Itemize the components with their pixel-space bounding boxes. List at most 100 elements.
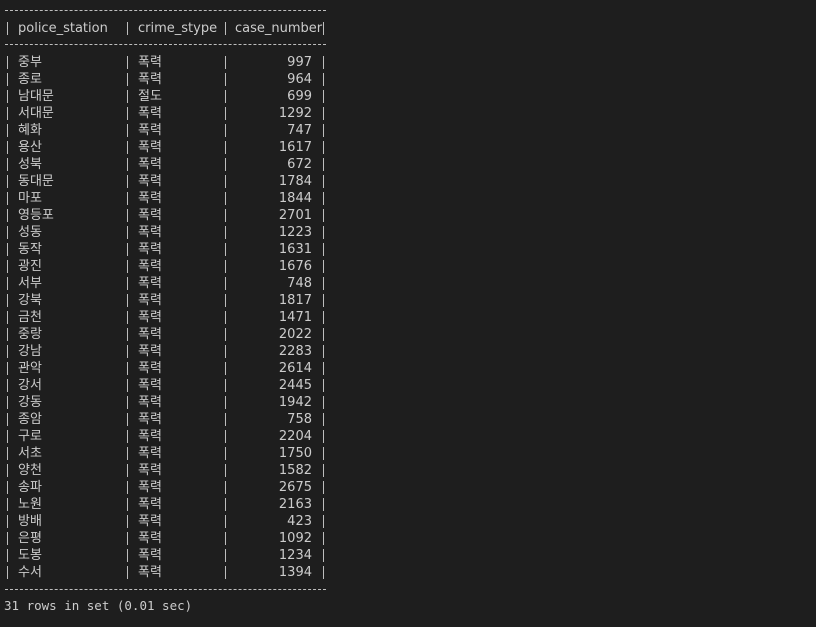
cell-case-number: 1942 xyxy=(278,395,312,410)
cell-crime-stype: 폭력 xyxy=(138,514,162,529)
table-divider xyxy=(323,566,324,579)
cell-case-number: 699 xyxy=(287,89,312,104)
table-divider xyxy=(127,481,128,494)
table-divider xyxy=(323,481,324,494)
table-divider xyxy=(225,158,226,171)
table-row: 노원 폭력 2163 xyxy=(0,496,816,513)
table-row: 금천 폭력 1471 xyxy=(0,309,816,326)
table-divider xyxy=(127,243,128,256)
table-divider xyxy=(225,464,226,477)
cell-police-station: 은평 xyxy=(18,531,42,546)
table-row: 강동 폭력 1942 xyxy=(0,394,816,411)
cell-case-number: 2204 xyxy=(278,429,312,444)
table-divider xyxy=(7,549,8,562)
table-divider xyxy=(7,498,8,511)
table-divider xyxy=(127,209,128,222)
cell-police-station: 강북 xyxy=(18,293,42,308)
table-divider xyxy=(127,328,128,341)
table-divider xyxy=(225,362,226,375)
table-divider xyxy=(225,566,226,579)
cell-case-number: 2445 xyxy=(278,378,312,393)
cell-crime-stype: 폭력 xyxy=(138,463,162,478)
table-divider xyxy=(127,22,128,35)
cell-crime-stype: 폭력 xyxy=(138,55,162,70)
column-header-crime-stype: crime_stype xyxy=(138,21,218,36)
table-row: 강남 폭력 2283 xyxy=(0,343,816,360)
cell-police-station: 광진 xyxy=(18,259,42,274)
table-row: 수서 폭력 1394 xyxy=(0,564,816,581)
cell-police-station: 영등포 xyxy=(18,208,54,223)
cell-case-number: 1750 xyxy=(278,446,312,461)
table-divider xyxy=(225,243,226,256)
table-row: 서부 폭력 748 xyxy=(0,275,816,292)
table-divider xyxy=(225,532,226,545)
table-row: 구로 폭력 2204 xyxy=(0,428,816,445)
table-divider xyxy=(323,124,324,137)
table-divider xyxy=(7,294,8,307)
cell-crime-stype: 폭력 xyxy=(138,378,162,393)
cell-police-station: 종로 xyxy=(18,72,42,87)
table-row: 혜화 폭력 747 xyxy=(0,122,816,139)
cell-case-number: 1631 xyxy=(278,242,312,257)
table-divider xyxy=(127,124,128,137)
table-row: 중랑 폭력 2022 xyxy=(0,326,816,343)
cell-crime-stype: 폭력 xyxy=(138,174,162,189)
cell-case-number: 2701 xyxy=(278,208,312,223)
table-row: 관악 폭력 2614 xyxy=(0,360,816,377)
table-divider xyxy=(225,107,226,120)
table-row: 종로 폭력 964 xyxy=(0,71,816,88)
table-divider xyxy=(7,464,8,477)
query-result-summary: 31 rows in set (0.01 sec) xyxy=(4,598,193,613)
table-divider xyxy=(323,56,324,69)
table-divider xyxy=(127,464,128,477)
table-divider xyxy=(225,328,226,341)
table-divider xyxy=(225,277,226,290)
cell-case-number: 748 xyxy=(287,276,312,291)
table-divider xyxy=(7,515,8,528)
table-divider xyxy=(7,566,8,579)
cell-police-station: 중부 xyxy=(18,55,42,70)
cell-case-number: 1471 xyxy=(278,310,312,325)
cell-crime-stype: 폭력 xyxy=(138,310,162,325)
table-row: 성동 폭력 1223 xyxy=(0,224,816,241)
table-divider xyxy=(323,277,324,290)
cell-police-station: 노원 xyxy=(18,497,42,512)
table-divider xyxy=(323,515,324,528)
cell-case-number: 2283 xyxy=(278,344,312,359)
table-divider xyxy=(225,447,226,460)
table-row: 동대문 폭력 1784 xyxy=(0,173,816,190)
table-divider xyxy=(127,277,128,290)
table-divider xyxy=(323,243,324,256)
cell-police-station: 서부 xyxy=(18,276,42,291)
cell-police-station: 관악 xyxy=(18,361,42,376)
cell-crime-stype: 폭력 xyxy=(138,225,162,240)
cell-crime-stype: 폭력 xyxy=(138,208,162,223)
table-divider xyxy=(225,498,226,511)
table-divider xyxy=(323,362,324,375)
cell-case-number: 423 xyxy=(287,514,312,529)
table-divider xyxy=(323,209,324,222)
table-divider xyxy=(323,447,324,460)
cell-crime-stype: 폭력 xyxy=(138,412,162,427)
cell-police-station: 동작 xyxy=(18,242,42,257)
cell-crime-stype: 폭력 xyxy=(138,395,162,410)
table-divider xyxy=(7,328,8,341)
table-divider xyxy=(127,396,128,409)
cell-crime-stype: 폭력 xyxy=(138,276,162,291)
table-row: 서초 폭력 1750 xyxy=(0,445,816,462)
cell-case-number: 1092 xyxy=(278,531,312,546)
terminal-window[interactable]: police_station crime_stype case_number 중… xyxy=(0,0,816,627)
table-divider xyxy=(225,481,226,494)
cell-police-station: 방배 xyxy=(18,514,42,529)
table-divider xyxy=(127,56,128,69)
cell-crime-stype: 폭력 xyxy=(138,327,162,342)
table-divider xyxy=(7,311,8,324)
table-divider xyxy=(7,107,8,120)
table-row: 중부 폭력 997 xyxy=(0,54,816,71)
cell-case-number: 2163 xyxy=(278,497,312,512)
table-divider xyxy=(127,345,128,358)
table-divider xyxy=(323,532,324,545)
cell-case-number: 1617 xyxy=(278,140,312,155)
table-divider xyxy=(7,345,8,358)
table-divider xyxy=(7,56,8,69)
